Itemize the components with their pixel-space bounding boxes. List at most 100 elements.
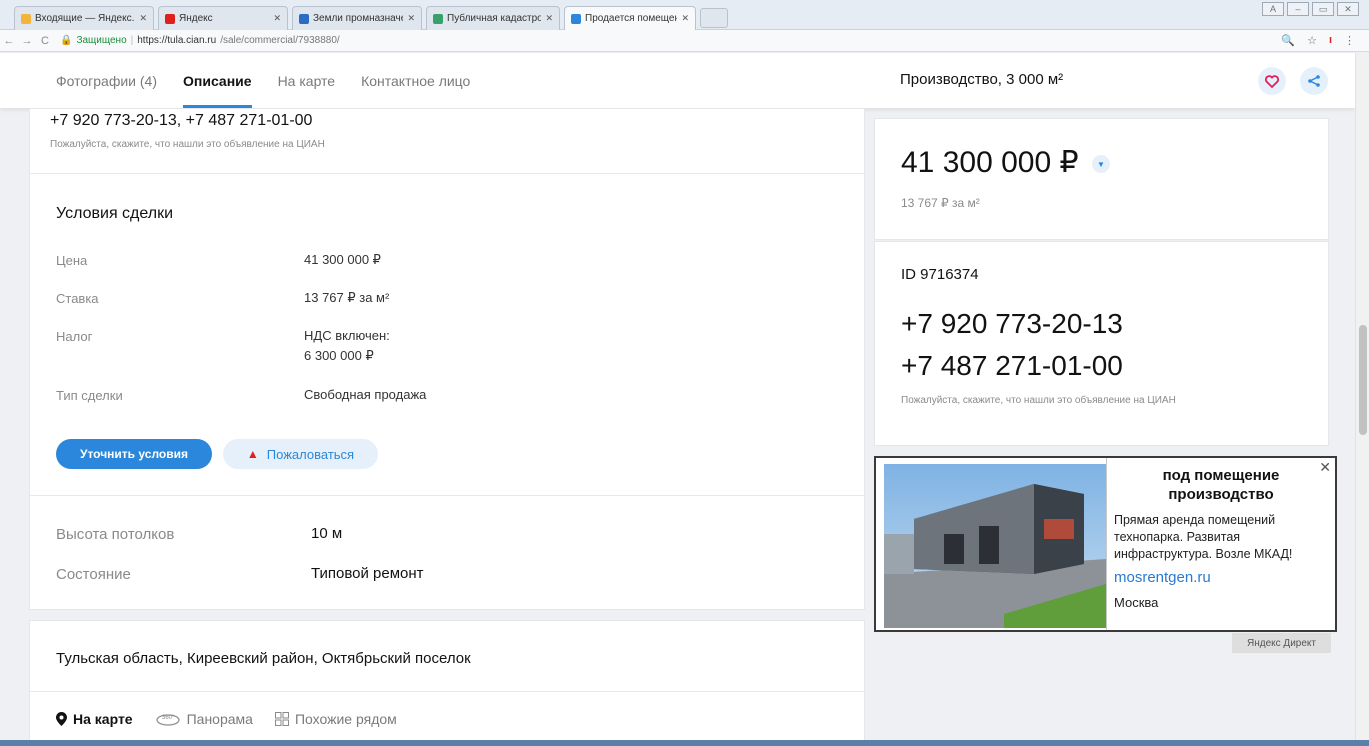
page-scrollbar[interactable] bbox=[1355, 53, 1369, 746]
tax-amount: 6 300 000 ₽ bbox=[304, 348, 374, 363]
heart-icon bbox=[1265, 74, 1279, 88]
menu-icon[interactable]: ⋮ bbox=[1344, 34, 1355, 47]
deal-label: Ставка bbox=[56, 291, 99, 306]
ad-city: Москва bbox=[1114, 595, 1159, 610]
deal-value: Свободная продажа bbox=[304, 387, 427, 402]
tab-contact[interactable]: Контактное лицо bbox=[361, 53, 470, 108]
divider bbox=[30, 691, 864, 692]
address-text: Тульская область, Киреевский район, Октя… bbox=[56, 650, 471, 667]
close-tab-icon[interactable]: ✕ bbox=[273, 13, 281, 24]
listing-id: ID 9716374 bbox=[901, 266, 979, 283]
complain-button[interactable]: ▲ Пожаловаться bbox=[223, 439, 378, 469]
browser-tab-active[interactable]: Продается помещени ✕ bbox=[564, 6, 696, 30]
tax-note: НДС включен: bbox=[304, 328, 390, 343]
building-picture bbox=[884, 464, 1106, 628]
lock-icon: 🔒 bbox=[60, 35, 73, 46]
cian-note: Пожалуйста, скажите, что нашли это объяв… bbox=[901, 395, 1176, 406]
browser-tab-strip: Входящие — Яндекс.По ✕ Яндекс ✕ Земли пр… bbox=[0, 0, 1369, 30]
reload-icon[interactable]: C bbox=[36, 35, 54, 47]
yandex-favicon-icon bbox=[165, 13, 175, 24]
location-pin-favicon-icon bbox=[571, 13, 581, 24]
map-pin-icon bbox=[56, 712, 67, 726]
maximize-icon[interactable]: ▭ bbox=[1312, 2, 1334, 16]
browser-tab[interactable]: Земли промназначени ✕ bbox=[292, 6, 422, 30]
deal-label: Цена bbox=[56, 253, 88, 268]
detail-label: Высота потолков bbox=[56, 526, 175, 543]
chevron-down-icon: ▼ bbox=[1097, 159, 1105, 169]
divider bbox=[30, 173, 864, 174]
tab-photos[interactable]: Фотографии (4) bbox=[56, 53, 157, 108]
deal-value: НДС включен: 6 300 000 ₽ bbox=[304, 326, 390, 366]
divider bbox=[30, 495, 864, 496]
window-controls: A – ▭ ✕ bbox=[1262, 2, 1359, 16]
favorite-button[interactable] bbox=[1258, 67, 1286, 95]
phones-inline: +7 920 773-20-13, +7 487 271-01-00 bbox=[50, 112, 313, 129]
deal-label: Тип сделки bbox=[56, 388, 123, 403]
svg-text:360°: 360° bbox=[162, 715, 175, 721]
description-card: +7 920 773-20-13, +7 487 271-01-00 Пожал… bbox=[29, 108, 865, 610]
scrollbar-thumb[interactable] bbox=[1359, 325, 1367, 435]
yandex-direct-label[interactable]: Яндекс Директ bbox=[1232, 633, 1331, 653]
taskbar bbox=[0, 740, 1369, 746]
mail-favicon-icon bbox=[21, 13, 31, 24]
browser-tab[interactable]: Яндекс ✕ bbox=[158, 6, 288, 30]
ad-image[interactable] bbox=[884, 464, 1106, 628]
contact-card: ID 9716374 +7 920 773-20-13 +7 487 271-0… bbox=[874, 241, 1329, 446]
ad-text: Прямая аренда помещений технопарка. Разв… bbox=[1114, 513, 1293, 561]
new-tab-button[interactable] bbox=[700, 8, 728, 28]
url-field[interactable]: 🔒 Защищено | https://tula.cian.ru/sale/c… bbox=[60, 35, 340, 46]
close-tab-icon[interactable]: ✕ bbox=[681, 13, 689, 24]
detail-value: 10 м bbox=[311, 525, 343, 542]
price-per-meter: 13 767 ₽ за м² bbox=[901, 196, 980, 210]
location-links: На карте 360° Панорама Похожие рядом bbox=[56, 711, 397, 727]
share-button[interactable] bbox=[1300, 67, 1328, 95]
minimize-icon[interactable]: – bbox=[1287, 2, 1309, 16]
tab-map[interactable]: На карте bbox=[278, 53, 336, 108]
bookmark-favicon-icon bbox=[299, 13, 309, 24]
yandex-extension-icon[interactable]: ı bbox=[1329, 34, 1332, 47]
close-window-icon[interactable]: ✕ bbox=[1337, 2, 1359, 16]
user-icon[interactable]: A bbox=[1262, 2, 1284, 16]
star-icon[interactable]: ☆ bbox=[1307, 34, 1317, 47]
section-tabs: Фотографии (4) Описание На карте Контакт… bbox=[56, 53, 470, 108]
deal-value: 13 767 ₽ за м² bbox=[304, 290, 390, 305]
on-map-link[interactable]: На карте bbox=[56, 711, 133, 727]
deal-section-title: Условия сделки bbox=[56, 205, 174, 222]
back-icon[interactable]: ← bbox=[0, 35, 18, 47]
clarify-terms-button[interactable]: Уточнить условия bbox=[56, 439, 212, 469]
forward-icon[interactable]: → bbox=[18, 35, 36, 47]
panorama-link[interactable]: 360° Панорама bbox=[155, 711, 253, 727]
detail-label: Состояние bbox=[56, 566, 131, 583]
price-dropdown-button[interactable]: ▼ bbox=[1092, 155, 1110, 173]
tab-description[interactable]: Описание bbox=[183, 53, 252, 108]
yandex-ad[interactable]: под помещение производство Прямая аренда… bbox=[874, 456, 1337, 632]
grid-icon bbox=[274, 712, 289, 726]
similar-nearby-link[interactable]: Похожие рядом bbox=[274, 711, 397, 727]
ad-link[interactable]: mosrentgen.ru bbox=[1114, 569, 1211, 586]
share-icon bbox=[1308, 75, 1320, 87]
address-bar: ← → C 🔒 Защищено | https://tula.cian.ru /… bbox=[0, 30, 1369, 52]
deal-value: 41 300 000 ₽ bbox=[304, 252, 381, 267]
listing-header: Фотографии (4) Описание На карте Контакт… bbox=[0, 53, 1355, 108]
close-tab-icon[interactable]: ✕ bbox=[545, 13, 553, 24]
phone-number[interactable]: +7 487 271-01-00 bbox=[901, 350, 1123, 382]
phone-number[interactable]: +7 920 773-20-13 bbox=[901, 308, 1123, 340]
close-tab-icon[interactable]: ✕ bbox=[139, 13, 147, 24]
price-card: 41 300 000 ₽ ▼ 13 767 ₽ за м² bbox=[874, 118, 1329, 240]
zoom-icon[interactable]: 🔍 bbox=[1281, 34, 1295, 47]
browser-tab[interactable]: Публичная кадастрова ✕ bbox=[426, 6, 560, 30]
cian-note: Пожалуйста, скажите, что нашли это объяв… bbox=[50, 139, 325, 150]
listing-title: Производство, 3 000 м² bbox=[900, 71, 1064, 88]
ad-title[interactable]: под помещение производство bbox=[1112, 466, 1330, 504]
deal-label: Налог bbox=[56, 329, 93, 344]
complain-label: Пожаловаться bbox=[266, 446, 355, 462]
close-icon[interactable]: ✕ bbox=[1319, 459, 1331, 476]
browser-tab[interactable]: Входящие — Яндекс.По ✕ bbox=[14, 6, 154, 30]
close-tab-icon[interactable]: ✕ bbox=[407, 13, 415, 24]
location-card: Тульская область, Киреевский район, Октя… bbox=[29, 620, 865, 746]
address-bar-actions: 🔍 ☆ ı ⋮ bbox=[1281, 34, 1355, 47]
map-favicon-icon bbox=[433, 13, 443, 24]
price-value: 41 300 000 ₽ bbox=[901, 146, 1079, 179]
detail-value: Типовой ремонт bbox=[311, 565, 424, 582]
panorama-icon: 360° bbox=[155, 714, 180, 726]
